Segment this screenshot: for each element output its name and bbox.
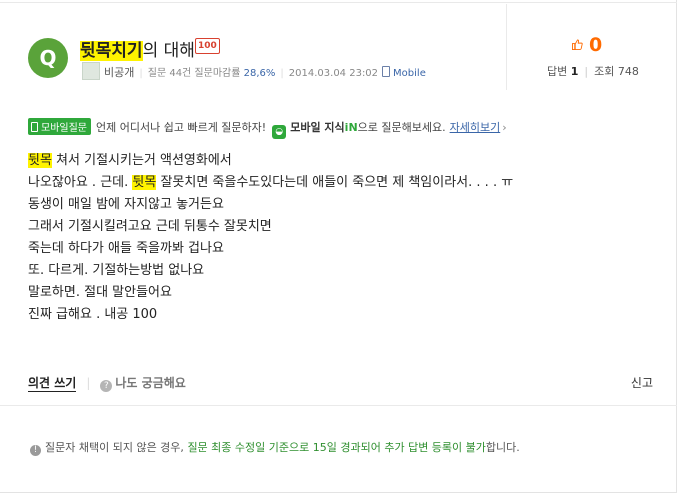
body-line: 나오잖아요 . 근데. 뒷목 잘못치면 죽을수도있다는데 애들이 죽으면 제 책… xyxy=(28,175,514,190)
source-mobile: Mobile xyxy=(393,68,426,79)
jisikin-app-name: 모바일 지식iN xyxy=(290,121,358,134)
thumbs-up-icon xyxy=(572,39,583,50)
notice-prefix: 질문자 채택이 되지 않은 경우, xyxy=(45,441,184,454)
body-line: 뒷목 쳐서 기절시키는거 액션영화에서 xyxy=(28,153,232,168)
body-line: 동생이 매일 밤에 자지않고 놓거든요 xyxy=(28,197,224,212)
mobile-question-banner: 모바일질문 언제 어디서나 쉽고 빠르게 질문하자! ◒ 모바일 지식iN으로 질문해… xyxy=(28,118,507,139)
answer-view-counts: 답변 1 | 조회 748 xyxy=(547,65,639,78)
answers-label: 답변 xyxy=(547,65,568,78)
me-too-curious-button[interactable]: 나도 궁금해요 xyxy=(115,376,185,390)
body-line: 죽는데 하다가 애들 죽을까봐 겁나요 xyxy=(28,241,224,256)
mobile-question-badge: 모바일질문 xyxy=(28,118,91,135)
avatar xyxy=(82,62,100,80)
views-count: 748 xyxy=(617,65,639,78)
close-rate: 28,6% xyxy=(243,68,276,79)
mobile-banner-suffix: 으로 질문해보세요. xyxy=(357,121,446,134)
title-rest: 의 대해 xyxy=(142,41,195,61)
answers-count: 1 xyxy=(570,65,579,78)
jisikin-app-icon: ◒ xyxy=(272,125,287,139)
write-opinion-button[interactable]: 의견 쓰기 xyxy=(28,376,77,392)
like-count: 0 xyxy=(589,34,603,56)
body-line: 그래서 기절시킬려고요 근데 뒤통수 잘못치면 xyxy=(28,219,272,234)
detail-link[interactable]: 자세히보기 xyxy=(450,121,507,134)
report-button[interactable]: 신고 xyxy=(631,374,653,391)
author-name[interactable]: 비공개 xyxy=(104,66,134,79)
answer-notice: ! 질문자 채택이 되지 않은 경우, 질문 최종 수정일 기준으로 15일 경과… xyxy=(30,439,520,456)
question-q-icon: Q xyxy=(28,38,68,78)
views-label: 조회 xyxy=(594,65,615,78)
author-stats: 질문 44건 질문마감률 xyxy=(147,68,241,79)
body-line: 진짜 급해요 . 내공 100 xyxy=(28,307,158,322)
notice-green: 질문 최종 수정일 기준으로 15일 경과되어 추가 답변 등록이 불가 xyxy=(187,441,486,454)
notice-suffix: 합니다. xyxy=(485,441,520,454)
mobile-phone-icon xyxy=(382,66,391,77)
body-line: 말로하면. 절대 말안들어요 xyxy=(28,285,172,300)
section-divider xyxy=(0,405,677,406)
mobile-question-badge-label: 모바일질문 xyxy=(41,123,87,134)
question-datetime: 2014.03.04 23:02 xyxy=(288,68,379,79)
question-body: 뒷목 쳐서 기절시키는거 액션영화에서 나오잖아요 . 근데. 뒷목 잘못치면 … xyxy=(28,150,513,326)
question-mark-icon: ? xyxy=(100,380,113,392)
title-highlight: 뒷목치기 xyxy=(80,41,143,61)
phone-icon xyxy=(31,122,38,132)
warning-icon: ! xyxy=(30,445,41,456)
top-border xyxy=(0,2,677,3)
question-meta: 비공개 | 질문 44건 질문마감률 28,6% | 2014.03.04 23:02 M… xyxy=(104,66,426,79)
points-badge: 100 xyxy=(195,38,220,54)
question-title: 뒷목치기의 대해 xyxy=(80,36,195,61)
body-line: 또. 다르게. 기절하는방법 없나요 xyxy=(28,263,205,278)
like-button[interactable]: 0 xyxy=(572,34,602,56)
question-actions: 의견 쓰기 |? 나도 궁금해요 xyxy=(28,376,186,392)
header-divider xyxy=(506,4,507,90)
mobile-banner-text: 언제 어디서나 쉽고 빠르게 질문하자! xyxy=(96,121,267,134)
